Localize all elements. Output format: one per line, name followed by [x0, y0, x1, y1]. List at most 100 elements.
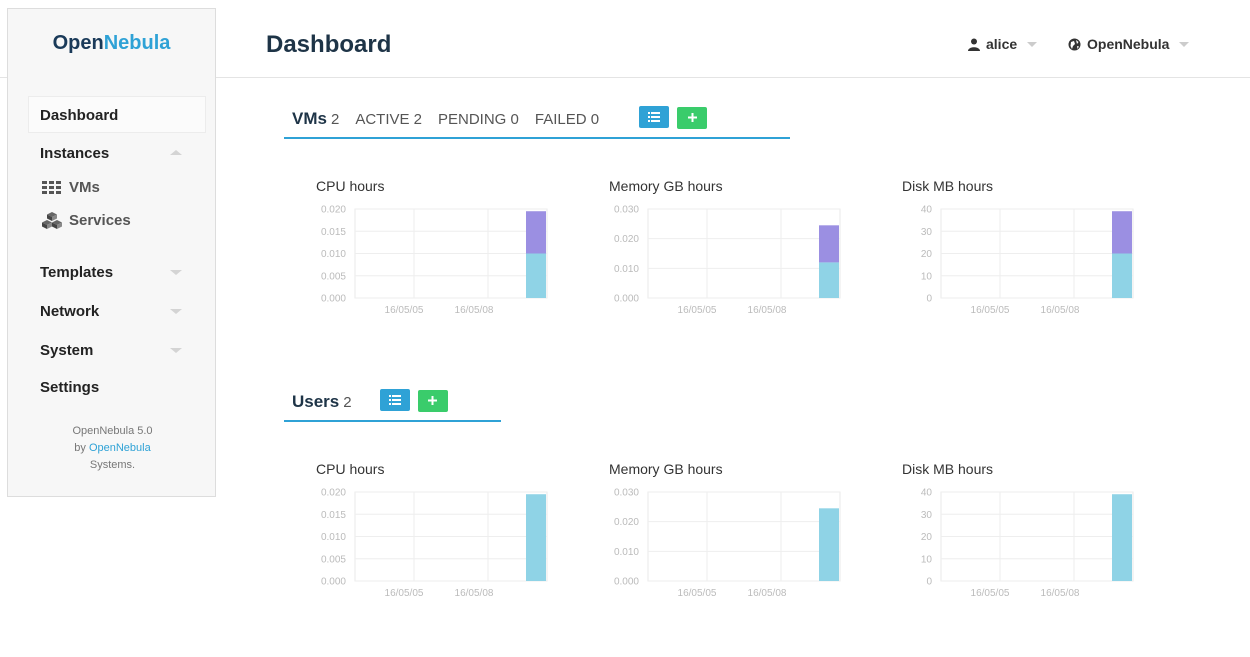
- page-title: Dashboard: [266, 31, 392, 58]
- y-tick-label: 0.010: [614, 264, 639, 275]
- cubes-icon: [42, 212, 62, 229]
- users-title[interactable]: Users: [292, 392, 339, 412]
- y-tick-label: 0.030: [614, 205, 639, 216]
- vms-memory-hours-chart: 0.030 0.020 0.010 0.000 16/05/05 16/05/08: [614, 205, 841, 316]
- chevron-up-icon[interactable]: [170, 150, 182, 155]
- sidebar-item-network[interactable]: Network: [40, 303, 99, 320]
- plot-frame: [647, 491, 841, 582]
- chevron-down-icon: [1027, 41, 1038, 47]
- x-tick-label: 16/05/08: [748, 588, 787, 599]
- y-tick-label: 0.005: [321, 554, 346, 565]
- users-memory-hours-chart: 0.030 0.020 0.010 0.000 16/05/05 16/05/08: [614, 488, 841, 599]
- vms-pending-count[interactable]: PENDING 0: [438, 111, 519, 128]
- y-tick-label: 0.015: [321, 227, 346, 238]
- vms-list-button[interactable]: [639, 106, 670, 128]
- y-tick-label: 10: [921, 554, 933, 565]
- users-list-button[interactable]: [379, 389, 410, 411]
- y-tick-label: 0.000: [321, 294, 346, 305]
- sidebar-item-instances[interactable]: Instances: [40, 145, 109, 162]
- globe-icon: [1068, 38, 1081, 50]
- x-tick-label: 16/05/05: [385, 305, 424, 316]
- y-tick-label: 0: [926, 577, 932, 588]
- y-tick-label: 0.010: [321, 249, 346, 260]
- x-tick-label: 16/05/08: [748, 305, 787, 316]
- y-tick-label: 20: [921, 532, 933, 543]
- chevron-down-icon[interactable]: [170, 270, 182, 275]
- plot-frame: [647, 208, 841, 299]
- sidebar-item-dashboard[interactable]: Dashboard: [40, 107, 118, 124]
- users-cpu-chart-title: CPU hours: [316, 461, 385, 477]
- zone-menu[interactable]: OpenNebula: [1068, 36, 1190, 52]
- vms-title[interactable]: VMs: [292, 109, 327, 129]
- logo-text-nebula: Nebula: [103, 32, 171, 54]
- users-disk-hours-chart: 40 30 20 10 0 16/05/05 16/05/08: [921, 488, 1134, 599]
- x-tick-label: 16/05/05: [385, 588, 424, 599]
- logo[interactable]: Open Nebula: [7, 8, 216, 78]
- users-section-header: Users 2: [284, 389, 501, 422]
- plus-icon: [428, 396, 438, 405]
- sidebar-item-settings[interactable]: Settings: [40, 379, 99, 396]
- y-tick-label: 40: [921, 205, 933, 216]
- bar-segment: [1112, 253, 1132, 298]
- y-tick-label: 0.020: [321, 205, 346, 216]
- zone-name: OpenNebula: [1087, 36, 1170, 52]
- x-tick-label: 16/05/08: [1041, 588, 1080, 599]
- vms-cpu-chart-title: CPU hours: [316, 178, 385, 194]
- bar-segment: [526, 211, 546, 254]
- y-tick-label: 0.005: [321, 271, 346, 282]
- vms-cpu-hours-chart: 0.020 0.015 0.010 0.005 0.000 16/05/05 16/05/0…: [321, 205, 548, 316]
- y-tick-label: 0.000: [614, 577, 639, 588]
- version-label: OpenNebula 5.0: [72, 425, 153, 437]
- y-tick-label: 0.020: [614, 234, 639, 245]
- bar-segment: [1112, 494, 1132, 581]
- bar-segment: [819, 262, 839, 298]
- vms-disk-hours-chart: 40 30 20 10 0 16/05/05 16/05/08: [921, 205, 1134, 316]
- list-icon: [648, 112, 661, 122]
- sidebar: Dashboard Instances VMs Services Templat…: [7, 78, 216, 497]
- chevron-down-icon: [1179, 41, 1190, 47]
- y-tick-label: 30: [921, 510, 933, 521]
- x-tick-label: 16/05/05: [971, 588, 1010, 599]
- vms-memory-chart-title: Memory GB hours: [609, 178, 723, 194]
- sidebar-item-vms-label: VMs: [69, 179, 100, 196]
- x-tick-label: 16/05/05: [678, 305, 717, 316]
- vms-disk-chart-title: Disk MB hours: [902, 178, 994, 194]
- vms-add-button[interactable]: [677, 106, 708, 129]
- users-disk-chart-title: Disk MB hours: [902, 461, 994, 477]
- users-add-button[interactable]: [417, 389, 448, 412]
- vms-failed-count[interactable]: FAILED 0: [535, 111, 599, 128]
- grid-icon: [42, 180, 61, 194]
- bar-segment: [526, 494, 546, 581]
- y-tick-label: 0.010: [321, 532, 346, 543]
- by-prefix: by: [74, 442, 89, 454]
- bar-segment: [819, 508, 839, 581]
- sidebar-item-vms[interactable]: VMs: [42, 179, 100, 196]
- x-tick-label: 16/05/08: [455, 588, 494, 599]
- sidebar-item-system[interactable]: System: [40, 342, 93, 359]
- sidebar-item-services-label: Services: [69, 212, 131, 229]
- top-header: Open Nebula Dashboard alice OpenNebula: [0, 0, 1250, 78]
- users-memory-chart-title: Memory GB hours: [609, 461, 723, 477]
- bar-segment: [819, 225, 839, 263]
- y-tick-label: 0.020: [614, 517, 639, 528]
- sidebar-item-templates[interactable]: Templates: [40, 264, 113, 281]
- users-count: 2: [343, 394, 352, 411]
- x-tick-label: 16/05/08: [455, 305, 494, 316]
- users-cpu-hours-chart: 0.020 0.015 0.010 0.005 0.000 16/05/05 16/05/0…: [321, 488, 548, 599]
- y-tick-label: 40: [921, 488, 933, 499]
- chevron-down-icon[interactable]: [170, 348, 182, 353]
- y-tick-label: 0.000: [614, 294, 639, 305]
- y-tick-label: 0.000: [321, 577, 346, 588]
- sidebar-item-services[interactable]: Services: [42, 212, 131, 229]
- vms-active-count[interactable]: ACTIVE 2: [355, 111, 422, 128]
- bar-segment: [526, 253, 546, 298]
- vms-section-header: VMs 2 ACTIVE 2 PENDING 0 FAILED 0: [284, 106, 790, 139]
- logo-text-open: Open: [52, 32, 104, 54]
- list-icon: [388, 395, 401, 405]
- vms-count: 2: [330, 111, 340, 128]
- bar-segment: [1112, 211, 1132, 254]
- user-menu[interactable]: alice: [968, 36, 1038, 52]
- chevron-down-icon[interactable]: [170, 309, 182, 314]
- opennebula-link[interactable]: OpenNebula: [89, 442, 151, 454]
- by-line: by OpenNebula: [8, 440, 217, 457]
